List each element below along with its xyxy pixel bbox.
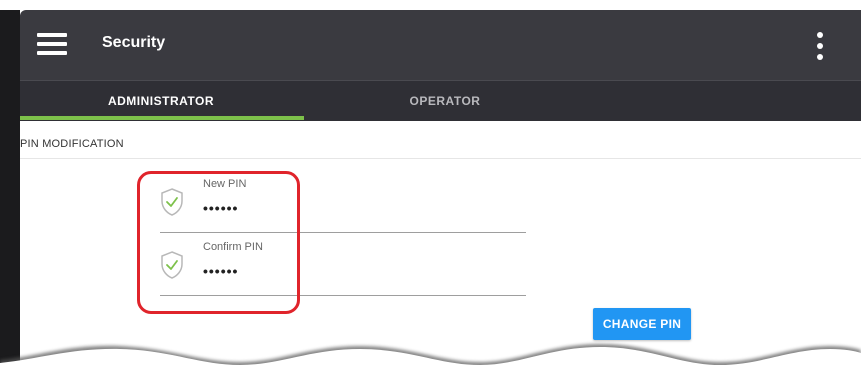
- section-header: PIN MODIFICATION: [20, 122, 861, 159]
- new-pin-field[interactable]: New PIN ••••••: [160, 176, 526, 233]
- section-title: PIN MODIFICATION: [20, 138, 124, 150]
- shield-check-icon: [161, 251, 183, 279]
- confirm-pin-input[interactable]: ••••••: [203, 263, 503, 279]
- new-pin-label: New PIN: [203, 178, 247, 190]
- app-window: Security ADMINISTRATOR OPERATOR PIN MODI…: [20, 10, 861, 370]
- tab-bar: ADMINISTRATOR OPERATOR: [20, 80, 861, 121]
- active-tab-indicator: [20, 116, 304, 120]
- app-bar: Security: [20, 10, 861, 80]
- change-pin-button[interactable]: CHANGE PIN: [593, 308, 691, 340]
- new-pin-input[interactable]: ••••••: [203, 200, 503, 216]
- torn-edge: [0, 344, 861, 370]
- hamburger-menu-icon[interactable]: [37, 33, 67, 55]
- tab-administrator[interactable]: ADMINISTRATOR: [20, 81, 302, 119]
- confirm-pin-field[interactable]: Confirm PIN ••••••: [160, 239, 526, 296]
- device-bezel: [0, 10, 20, 370]
- screenshot-frame: Security ADMINISTRATOR OPERATOR PIN MODI…: [0, 0, 861, 370]
- confirm-pin-label: Confirm PIN: [203, 241, 263, 253]
- page-title: Security: [102, 34, 166, 51]
- vertical-dots-icon[interactable]: [812, 32, 828, 62]
- tab-operator[interactable]: OPERATOR: [302, 81, 588, 119]
- shield-check-icon: [161, 188, 183, 216]
